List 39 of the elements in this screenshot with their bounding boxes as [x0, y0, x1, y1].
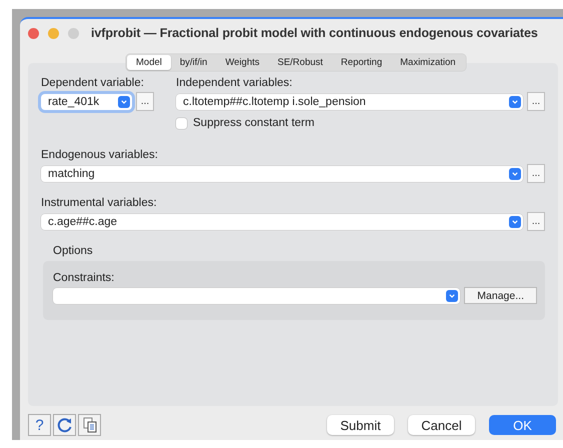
- browse-button[interactable]: ...: [527, 92, 545, 111]
- manage-button[interactable]: Manage...: [464, 287, 537, 304]
- combo-field[interactable]: c.age##c.age: [41, 214, 523, 230]
- dropdown-chevron-icon[interactable]: [449, 294, 456, 298]
- group-title: Options: [53, 245, 94, 257]
- browse-button[interactable]: ...: [136, 92, 154, 111]
- field-label: Dependent variable:: [41, 77, 145, 89]
- copy-button[interactable]: [78, 414, 101, 436]
- ok-button[interactable]: OK: [489, 415, 556, 435]
- dropdown-chevron-icon[interactable]: [121, 100, 127, 104]
- refresh-icon: [56, 417, 72, 433]
- tab[interactable]: Maximization: [391, 55, 465, 70]
- combo-field[interactable]: rate_401k: [41, 94, 132, 110]
- combo-field[interactable]: [53, 288, 460, 304]
- checkbox[interactable]: [176, 118, 187, 128]
- tab[interactable]: Weights: [216, 55, 268, 70]
- tab[interactable]: SE/Robust: [268, 55, 332, 70]
- help-button[interactable]: ?: [28, 414, 51, 436]
- browse-button[interactable]: ...: [527, 164, 545, 183]
- tab[interactable]: Model: [127, 55, 171, 70]
- browse-button[interactable]: ...: [527, 212, 545, 231]
- dialog-button[interactable]: Cancel: [408, 415, 475, 435]
- close-button[interactable]: [28, 28, 39, 38]
- dropdown-chevron-icon[interactable]: [512, 220, 518, 224]
- field-label: Endogenous variables:: [41, 149, 159, 161]
- dropdown-chevron-icon[interactable]: [512, 100, 518, 104]
- combo-field[interactable]: c.ltotemp##c.ltotemp i.sole_pension: [176, 94, 523, 110]
- combo-field[interactable]: matching: [41, 166, 523, 182]
- field-label: Independent variables:: [176, 77, 294, 89]
- tab[interactable]: by/if/in: [170, 55, 216, 70]
- dialog-button[interactable]: Submit: [327, 415, 394, 435]
- tab[interactable]: Reporting: [332, 55, 392, 70]
- field-label: Instrumental variables:: [41, 197, 158, 209]
- window-title: ivfprobit — Fractional probit model with continuous endogenous covariates: [91, 26, 538, 40]
- dropdown-chevron-icon[interactable]: [512, 172, 518, 176]
- reset-button[interactable]: [53, 414, 76, 436]
- copy-icon: [82, 417, 96, 433]
- checkbox-label: Suppress constant term: [193, 117, 314, 129]
- field-label: Constraints:: [53, 272, 116, 284]
